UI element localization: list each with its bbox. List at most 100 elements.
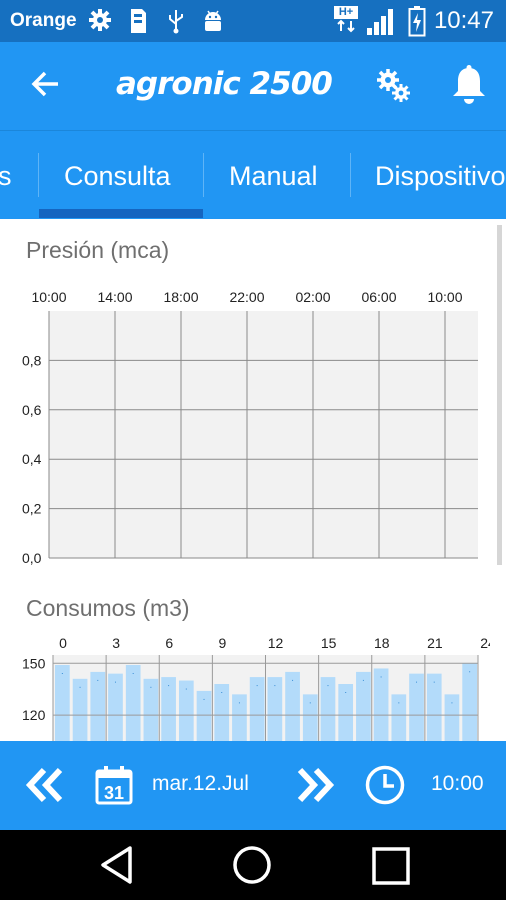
bar-marker xyxy=(203,698,205,700)
tab-manual[interactable]: Manual xyxy=(229,131,318,219)
clock-icon[interactable] xyxy=(364,764,406,806)
bar-marker xyxy=(469,671,471,673)
bar xyxy=(143,678,159,741)
bar-marker xyxy=(221,692,223,693)
bar-marker xyxy=(238,702,240,704)
bar-marker xyxy=(256,685,258,687)
bar-marker xyxy=(274,685,276,687)
x-tick-label: 15 xyxy=(321,635,337,651)
x-tick-label: 9 xyxy=(218,635,226,651)
selected-date[interactable]: mar.12.Jul xyxy=(152,772,249,796)
y-tick-label: 0,4 xyxy=(22,451,42,467)
usb-icon xyxy=(169,10,183,34)
bar-marker xyxy=(327,685,329,687)
back-arrow-icon[interactable] xyxy=(26,64,66,104)
bar-marker xyxy=(79,686,81,688)
x-tick-label: 06:00 xyxy=(361,289,396,305)
bar xyxy=(161,677,176,741)
bar xyxy=(409,673,424,741)
bar xyxy=(90,671,106,741)
pressure-chart: 10:00 14:00 18:00 22:00 02:00 06:00 10:00 0,0 0,… xyxy=(22,289,478,566)
bar xyxy=(302,694,318,741)
bar-marker xyxy=(451,702,453,704)
y-tick-label: 0,2 xyxy=(22,501,42,517)
gears-settings-icon[interactable] xyxy=(374,66,412,104)
bar xyxy=(320,677,336,741)
y-tick-label: 0,6 xyxy=(22,402,42,418)
bar xyxy=(178,680,194,741)
tab-separator xyxy=(38,153,39,197)
bar xyxy=(444,694,460,741)
x-tick-label: 18:00 xyxy=(163,289,198,305)
bar-marker xyxy=(97,679,99,681)
bar-marker xyxy=(309,702,311,704)
x-tick-label: 10:00 xyxy=(427,289,462,305)
tab-partial[interactable]: s xyxy=(0,131,12,219)
settings-notification-icon xyxy=(89,9,111,31)
x-tick-label: 02:00 xyxy=(295,289,330,305)
nav-home-icon[interactable] xyxy=(232,845,272,885)
date-navigation-bar: 31 mar.12.Jul 10:00 xyxy=(0,741,506,830)
x-tick-label: 18 xyxy=(374,635,390,651)
x-tick-label: 10:00 xyxy=(31,289,66,305)
bar xyxy=(72,678,88,741)
y-tick-label: 150 xyxy=(22,655,46,671)
system-navigation-bar xyxy=(0,830,506,900)
bar-marker xyxy=(150,686,152,688)
bar-marker xyxy=(132,673,134,674)
bar xyxy=(373,668,389,741)
consumption-chart-title: Consumos (m3) xyxy=(26,595,190,621)
bar-marker xyxy=(61,673,63,674)
x-tick-label: 14:00 xyxy=(97,289,132,305)
tab-bar: s Consulta Manual Dispositivos xyxy=(0,130,506,219)
y-tick-label: 0,0 xyxy=(22,550,42,566)
y-tick-label: 0,8 xyxy=(22,352,42,368)
calendar-icon[interactable]: 31 xyxy=(95,765,133,805)
charts-content[interactable]: Presión (mca) 10:00 14:00 18:00 22:00 02:00 0… xyxy=(0,219,506,741)
app-bar: agronic 2500 xyxy=(0,42,506,130)
app-logo: agronic 2500 xyxy=(116,66,333,102)
bar xyxy=(462,663,477,741)
bar xyxy=(249,677,265,741)
status-bar: Orange H+ 10:47 xyxy=(0,0,506,42)
bar-marker xyxy=(345,692,347,693)
bar xyxy=(426,673,442,741)
bar xyxy=(125,665,141,741)
scrollbar[interactable] xyxy=(497,225,502,565)
bar-marker xyxy=(185,688,187,690)
clock-time: 10:47 xyxy=(433,7,494,34)
tab-separator xyxy=(203,153,204,197)
x-tick-label: 3 xyxy=(112,635,120,651)
bar-marker xyxy=(416,681,418,683)
bar-marker xyxy=(168,685,170,687)
sd-card-icon xyxy=(131,9,146,33)
network-type-icon: H+ xyxy=(334,6,358,34)
bar xyxy=(232,694,247,741)
bar xyxy=(391,694,407,741)
android-debug-icon xyxy=(205,10,221,31)
tab-consulta[interactable]: Consulta xyxy=(64,131,171,219)
pressure-chart-title: Presión (mca) xyxy=(26,237,170,263)
x-tick-label: 6 xyxy=(165,635,173,651)
calendar-day-number: 31 xyxy=(104,783,124,803)
x-tick-label: 24 xyxy=(480,635,490,651)
active-tab-indicator xyxy=(39,209,203,218)
bar xyxy=(267,677,283,741)
bar xyxy=(356,671,371,741)
next-day-icon[interactable] xyxy=(294,766,336,804)
previous-day-icon[interactable] xyxy=(24,766,66,804)
selected-time[interactable]: 10:00 xyxy=(431,772,484,796)
nav-back-icon[interactable] xyxy=(99,845,135,885)
alarm-bell-icon[interactable] xyxy=(450,64,488,106)
bar-marker xyxy=(433,681,435,683)
bar-marker xyxy=(292,679,294,681)
x-tick-label: 0 xyxy=(59,635,67,651)
signal-strength-icon xyxy=(367,9,393,35)
tab-separator xyxy=(350,153,351,197)
x-tick-label: 21 xyxy=(427,635,443,651)
tab-dispositivos[interactable]: Dispositivos xyxy=(375,131,506,219)
nav-recents-icon[interactable] xyxy=(371,846,411,886)
bar-marker xyxy=(362,679,364,681)
bar-marker xyxy=(114,681,116,683)
y-tick-label: 120 xyxy=(22,707,46,723)
